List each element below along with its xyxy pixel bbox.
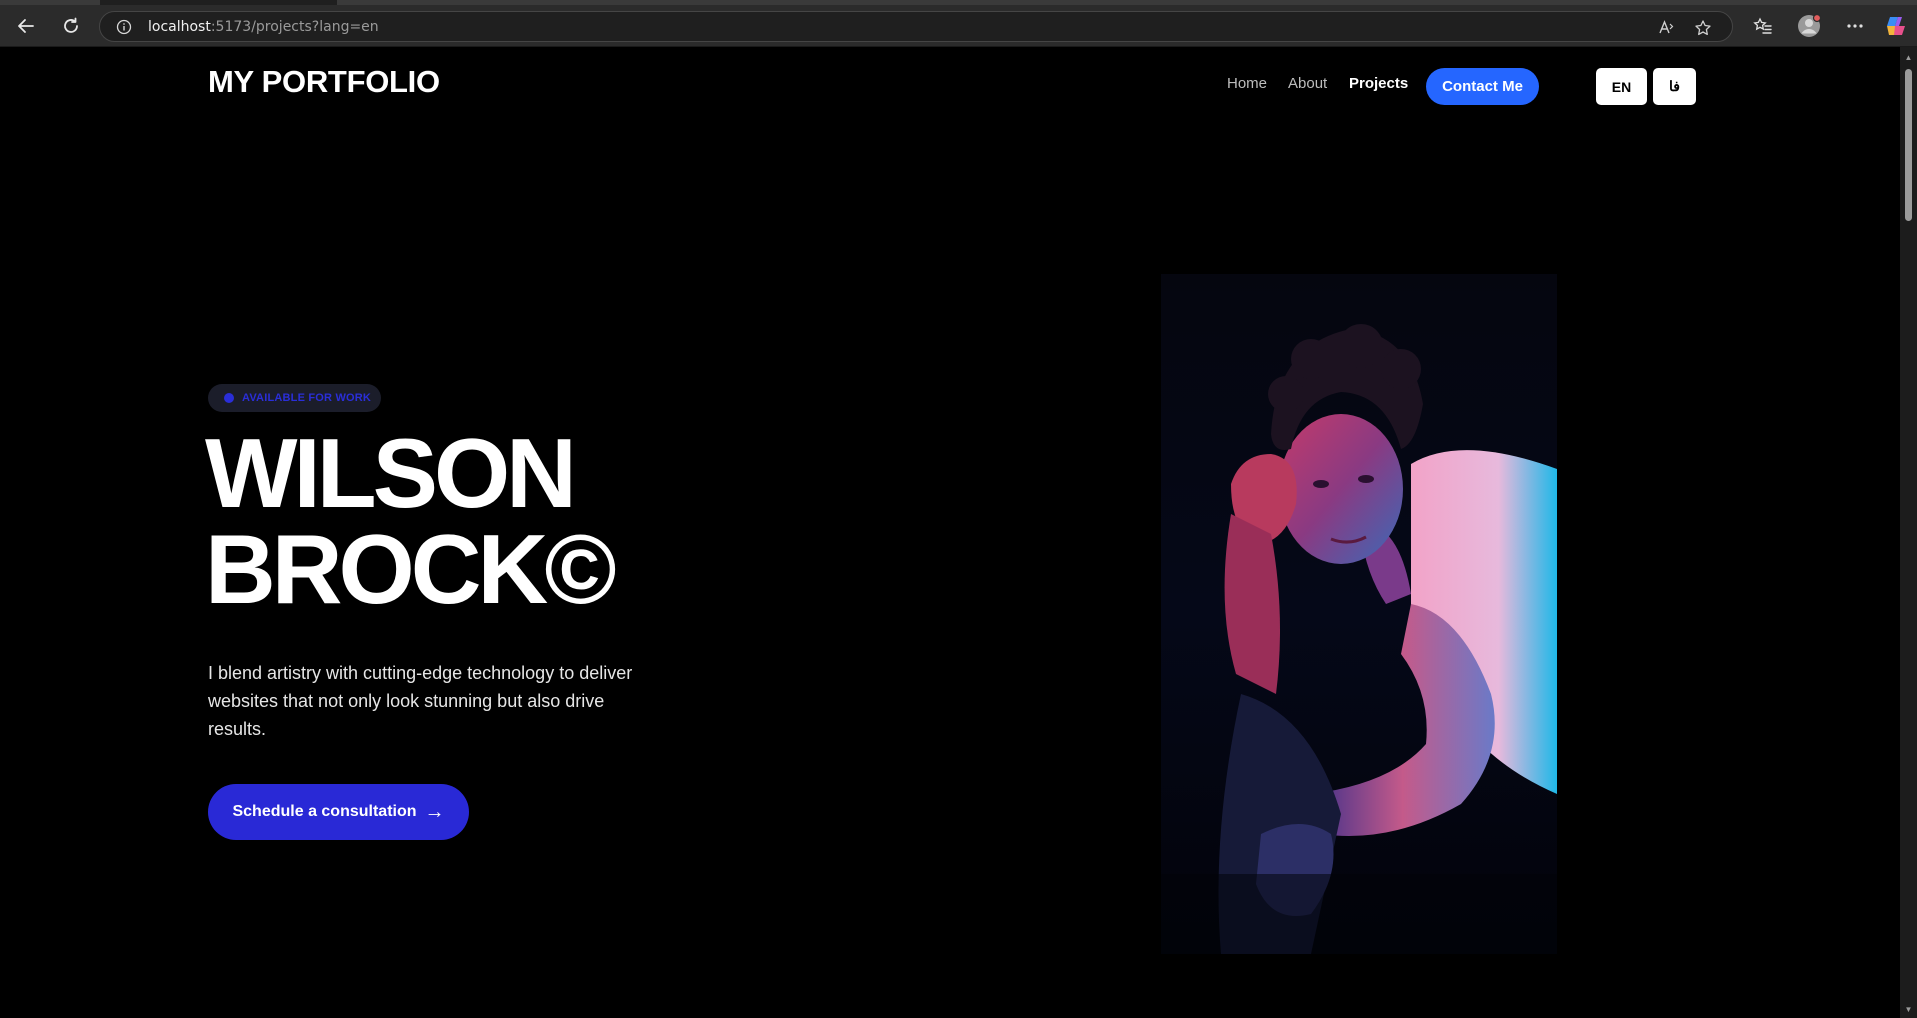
copilot-icon[interactable] xyxy=(1882,12,1910,40)
read-aloud-icon[interactable] xyxy=(1655,16,1679,40)
cta-label: Schedule a consultation xyxy=(232,803,417,820)
info-icon[interactable] xyxy=(114,17,134,37)
tab-strip xyxy=(0,0,1917,5)
availability-badge-text: AVAILABLE FOR WORK xyxy=(242,392,372,404)
more-options-icon[interactable] xyxy=(1841,12,1869,40)
favorite-star-icon[interactable] xyxy=(1691,16,1715,40)
portrait-image xyxy=(1161,274,1557,954)
language-fa-button[interactable]: فا xyxy=(1653,68,1696,105)
schedule-consultation-button[interactable]: Schedule a consultation → xyxy=(208,784,469,840)
reload-button[interactable] xyxy=(57,12,85,40)
contact-me-button[interactable]: Contact Me xyxy=(1426,68,1539,105)
back-button[interactable] xyxy=(12,12,40,40)
nav-link-home[interactable]: Home xyxy=(1227,75,1267,92)
vertical-scrollbar[interactable]: ▲ ▼ xyxy=(1900,47,1917,1018)
scroll-down-icon[interactable]: ▼ xyxy=(1904,1005,1913,1014)
reload-icon xyxy=(64,17,78,33)
back-icon xyxy=(18,19,34,33)
nav-link-projects[interactable]: Projects xyxy=(1349,75,1408,92)
arrow-right-icon: → xyxy=(424,800,445,823)
language-en-button[interactable]: EN xyxy=(1596,68,1647,105)
favorites-list-icon[interactable] xyxy=(1749,12,1777,40)
url-text[interactable]: localhost:5173/projects?lang=en xyxy=(148,19,379,35)
hero-title-line-2: BROCK© xyxy=(205,514,617,624)
availability-badge: AVAILABLE FOR WORK xyxy=(208,384,381,412)
page-viewport: MY PORTFOLIO Home About Projects Contact… xyxy=(3,47,1900,1018)
site-logo[interactable]: MY PORTFOLIO xyxy=(208,64,440,100)
tab-background[interactable] xyxy=(337,0,1917,5)
scroll-up-icon[interactable]: ▲ xyxy=(1904,53,1913,62)
status-dot-icon xyxy=(224,393,234,403)
url-path: :5173/projects?lang=en xyxy=(210,18,379,35)
address-bar[interactable]: localhost:5173/projects?lang=en xyxy=(99,11,1733,42)
scrollbar-thumb[interactable] xyxy=(1905,69,1912,221)
url-host: localhost xyxy=(148,18,211,35)
profile-avatar-icon[interactable] xyxy=(1795,12,1823,40)
hero-title: WILSON BROCK© xyxy=(205,418,617,624)
hero-description: I blend artistry with cutting-edge techn… xyxy=(208,663,633,739)
tab-active[interactable] xyxy=(0,0,100,5)
browser-toolbar: localhost:5173/projects?lang=en xyxy=(0,0,1917,47)
nav-link-about[interactable]: About xyxy=(1288,75,1327,92)
hero-title-line-1: WILSON xyxy=(205,418,577,528)
